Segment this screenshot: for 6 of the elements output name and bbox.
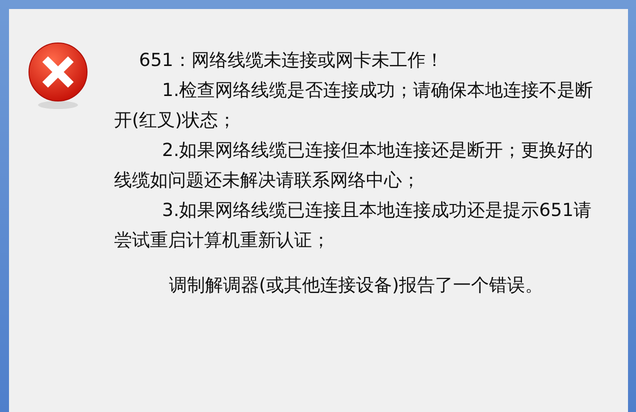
troubleshooting-step: 2.如果网络线缆已连接但本地连接还是断开；更换好的线缆如问题还未解决请联系网络中心；: [114, 136, 608, 196]
troubleshooting-step: 1.检查网络线缆是否连接成功；请确保本地连接不是断开(红叉)状态；: [114, 76, 608, 136]
error-message: 调制解调器(或其他连接设备)报告了一个错误。: [168, 274, 544, 298]
error-heading: 651：网络线缆未连接或网卡未工作！: [138, 49, 444, 73]
error-icon: [26, 41, 90, 111]
troubleshooting-step: 3.如果网络线缆已连接且本地连接成功还是提示651请尝试重启计算机重新认证；: [114, 196, 608, 256]
